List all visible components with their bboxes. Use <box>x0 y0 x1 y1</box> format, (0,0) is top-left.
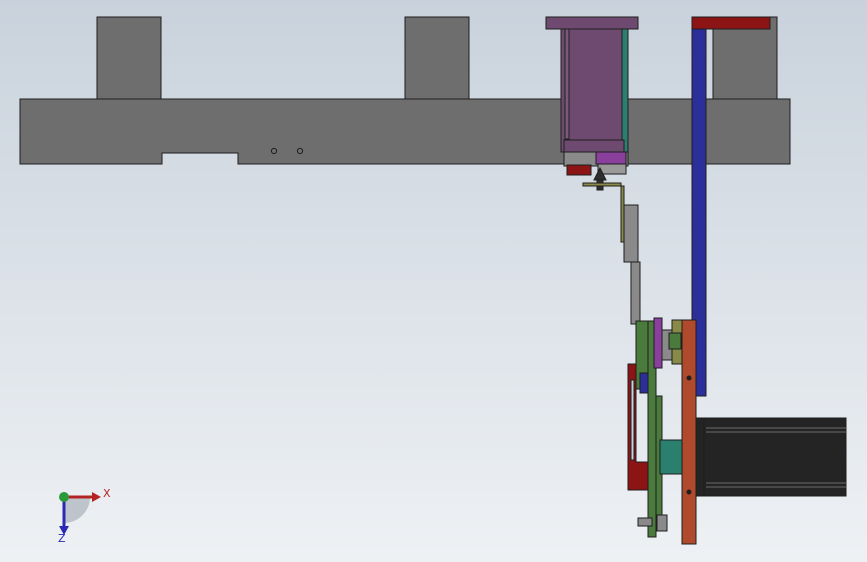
assembly-drawing[interactable]: X Z <box>0 0 867 562</box>
support-upper[interactable] <box>623 204 639 263</box>
bent-rod[interactable] <box>582 182 625 243</box>
cad-viewport[interactable]: X Z <box>0 0 867 562</box>
orange-plate-hole <box>686 489 692 495</box>
stepper-motor[interactable] <box>695 417 847 497</box>
magenta-plate[interactable] <box>653 317 663 369</box>
red-block[interactable] <box>566 164 592 176</box>
x-arrow-head-icon <box>92 492 101 502</box>
blue-small-block <box>639 372 649 394</box>
cylinder-base[interactable] <box>563 139 625 153</box>
orange-plate[interactable] <box>681 319 697 545</box>
base-frame[interactable] <box>19 16 791 165</box>
gear-hub[interactable] <box>659 439 683 475</box>
support-arm[interactable] <box>623 204 641 325</box>
support-lower[interactable] <box>630 261 641 325</box>
cylinder-body[interactable] <box>560 28 628 153</box>
frame-boss-right[interactable] <box>712 16 778 103</box>
cylinder-inner-line <box>564 28 570 140</box>
y-axis-dot-icon <box>59 492 69 502</box>
red-top-bar[interactable] <box>691 16 771 30</box>
frame-beam[interactable] <box>19 98 791 165</box>
frame-boss-middle[interactable] <box>404 16 470 103</box>
green-pin <box>668 332 682 350</box>
cylinder-cap[interactable] <box>545 16 639 30</box>
motor-body[interactable] <box>703 417 847 497</box>
cylinder-flange-magenta <box>595 151 627 165</box>
nozzle-assembly[interactable] <box>582 166 625 243</box>
red-bracket-slot <box>630 379 635 461</box>
x-axis-label: X <box>103 487 111 500</box>
bottom-foot <box>637 517 653 527</box>
drive-plates[interactable] <box>627 317 697 545</box>
frame-boss-left[interactable] <box>96 16 162 103</box>
coordinate-triad: X Z <box>58 487 111 545</box>
bottom-bolt <box>656 514 668 532</box>
cylinder-side-strip <box>621 28 629 153</box>
z-axis-label: Z <box>58 532 66 545</box>
orange-plate-hole <box>686 375 692 381</box>
triad-shadow <box>64 497 90 523</box>
